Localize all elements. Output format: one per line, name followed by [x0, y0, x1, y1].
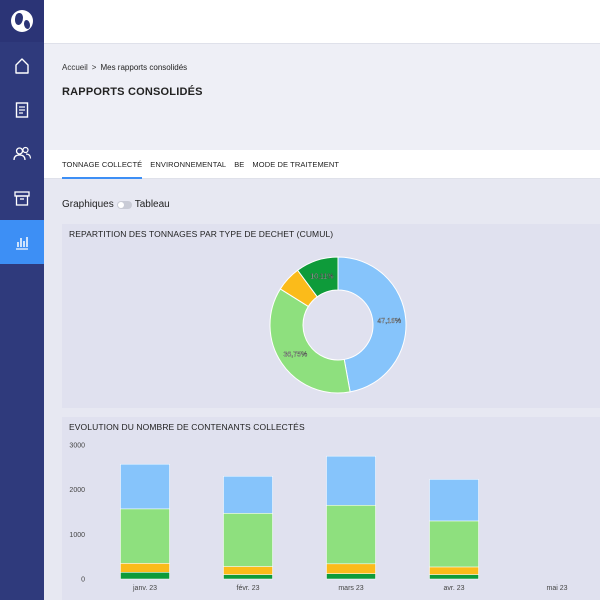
- breadcrumb: Accueil > Mes rapports consolidés: [62, 63, 187, 72]
- sidebar: [0, 0, 44, 600]
- breadcrumb-separator: >: [91, 63, 97, 72]
- bar-segment[interactable]: [223, 574, 273, 580]
- bar-segment[interactable]: [326, 455, 376, 506]
- bar-segment[interactable]: [326, 563, 376, 574]
- x-tick-label: mars 23: [338, 585, 363, 592]
- bar-chart: 0 1000 2000 3000 janv. 23 févr. 23 mars 23 avr.…: [69, 443, 567, 593]
- bar-chart-icon: [16, 237, 28, 250]
- tab-be[interactable]: BE: [234, 150, 244, 179]
- x-tick-label: févr. 23: [237, 585, 260, 592]
- sidebar-item-documents[interactable]: [0, 88, 44, 132]
- bar-segment[interactable]: [429, 520, 479, 568]
- top-bar: [44, 0, 600, 44]
- page-title: RAPPORTS CONSOLIDÉS: [62, 86, 203, 98]
- bar-segment[interactable]: [429, 566, 479, 575]
- bar-segment[interactable]: [120, 508, 170, 564]
- view-toggle-row: Graphiques Tableau: [62, 199, 170, 210]
- sidebar-item-reports[interactable]: [0, 220, 44, 264]
- page-header: Accueil > Mes rapports consolidés RAPPOR…: [44, 44, 600, 150]
- donut-slice-label-3: 10,11%: [310, 274, 333, 281]
- users-icon: [13, 146, 32, 161]
- sidebar-item-users[interactable]: [0, 132, 44, 176]
- sidebar-item-home[interactable]: [0, 44, 44, 88]
- donut-slice-label-1: 36,75%: [283, 351, 307, 358]
- donut-slice-label-0: 47,16%: [377, 318, 401, 325]
- breadcrumb-current: Mes rapports consolidés: [100, 63, 188, 72]
- tab-environnemental[interactable]: ENVIRONNEMENTAL: [150, 150, 226, 179]
- y-tick-label: 2000: [69, 487, 85, 494]
- home-icon: [15, 58, 29, 74]
- x-tick-label: janv. 23: [132, 585, 157, 592]
- bar-segment[interactable]: [326, 573, 376, 580]
- donut-chart-panel: REPARTITION DES TONNAGES PAR TYPE DE DEC…: [62, 224, 600, 408]
- toggle-knob: [117, 201, 124, 208]
- report-tabs: TONNAGE COLLECTÉ ENVIRONNEMENTAL BE MODE…: [44, 150, 600, 179]
- bar-segment[interactable]: [429, 479, 479, 522]
- document-icon: [15, 102, 29, 118]
- x-tick-label: avr. 23: [443, 585, 464, 592]
- bar-segment[interactable]: [429, 574, 479, 580]
- bar-segment[interactable]: [120, 463, 170, 510]
- toggle-label-graphiques: Graphiques: [62, 199, 114, 210]
- view-toggle-switch[interactable]: [116, 200, 132, 209]
- y-tick-label: 0: [81, 577, 85, 584]
- archive-icon: [14, 191, 30, 206]
- bar-segment[interactable]: [223, 476, 273, 514]
- toggle-label-tableau: Tableau: [134, 199, 170, 210]
- donut-chart: 47,16% 36,75% 10,11%: [269, 256, 407, 394]
- bar-segment[interactable]: [120, 563, 170, 573]
- y-tick-label: 1000: [69, 532, 85, 539]
- bar-segment[interactable]: [223, 566, 273, 575]
- bar-segment[interactable]: [223, 513, 273, 567]
- tab-tonnage-collecte[interactable]: TONNAGE COLLECTÉ: [62, 150, 143, 179]
- y-tick-label: 3000: [69, 443, 85, 450]
- globe-logo-icon: [11, 10, 33, 32]
- app-logo[interactable]: [0, 0, 44, 42]
- bar-chart-panel: EVOLUTION DU NOMBRE DE CONTENANTS COLLEC…: [62, 417, 600, 600]
- bar-segment[interactable]: [120, 572, 170, 580]
- bar-segment[interactable]: [326, 505, 376, 565]
- breadcrumb-home-link[interactable]: Accueil: [62, 63, 88, 72]
- x-tick-label: mai 23: [546, 585, 567, 592]
- tab-mode-de-traitement[interactable]: MODE DE TRAITEMENT: [252, 150, 339, 179]
- sidebar-item-archive[interactable]: [0, 176, 44, 220]
